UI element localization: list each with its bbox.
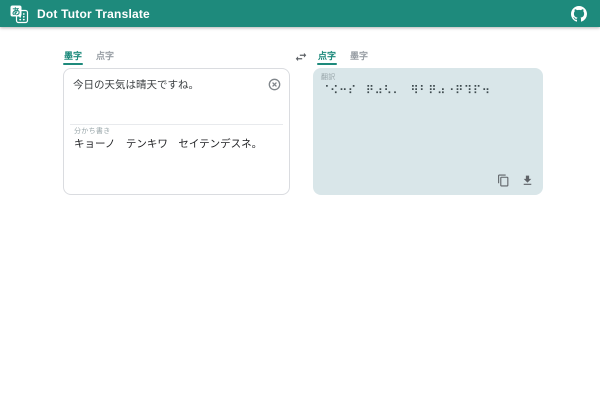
output-card: 翻訳 ⠈⠪⠒⠎⠀⠟⠴⠣⠄⠀⠻⠃⠟⠴⠐⠟⠹⠏⠲ bbox=[313, 68, 543, 195]
output-tabs: 点字 墨字 bbox=[317, 50, 369, 65]
wakachigaki-label: 分かち書き bbox=[74, 128, 111, 135]
download-button[interactable] bbox=[519, 172, 535, 188]
translation-label: 翻訳 bbox=[321, 74, 336, 81]
tab-output-sumiji[interactable]: 墨字 bbox=[349, 50, 369, 65]
clear-input-button[interactable] bbox=[267, 78, 281, 92]
circle-x-icon bbox=[268, 78, 281, 91]
main-content: 墨字 点字 今日の天気は晴天ですね。 分かち書き キョーノ テンキワ セイテンデ… bbox=[0, 27, 600, 400]
app-header: あ Dot Tutor Translate bbox=[0, 0, 600, 27]
swap-horizontal-arrows-icon bbox=[294, 50, 308, 64]
svg-text:あ: あ bbox=[12, 7, 21, 17]
swap-direction-button[interactable] bbox=[293, 50, 309, 64]
tab-input-sumiji[interactable]: 墨字 bbox=[63, 50, 83, 65]
tab-input-tenji[interactable]: 点字 bbox=[95, 50, 115, 65]
braille-output-text: ⠈⠪⠒⠎⠀⠟⠴⠣⠄⠀⠻⠃⠟⠴⠐⠟⠹⠏⠲ bbox=[321, 83, 537, 98]
input-card: 今日の天気は晴天ですね。 分かち書き キョーノ テンキワ セイテンデスネ。 bbox=[63, 68, 290, 195]
app-title: Dot Tutor Translate bbox=[37, 7, 150, 21]
input-tabs: 墨字 点字 bbox=[63, 50, 115, 65]
copy-icon bbox=[497, 174, 510, 187]
source-text-input[interactable]: 今日の天気は晴天ですね。 bbox=[73, 78, 263, 93]
github-link[interactable] bbox=[568, 3, 590, 25]
app-window: あ Dot Tutor Translate 墨字 点字 今日の天気は晴天ですね。 bbox=[0, 0, 600, 400]
download-icon bbox=[521, 174, 534, 187]
github-icon bbox=[571, 6, 587, 22]
input-card-divider bbox=[70, 124, 283, 125]
wakachigaki-text: キョーノ テンキワ セイテンデスネ。 bbox=[74, 137, 281, 152]
app-logo-icon: あ bbox=[9, 4, 29, 24]
tab-output-tenji[interactable]: 点字 bbox=[317, 50, 337, 65]
output-actions bbox=[495, 172, 535, 188]
copy-button[interactable] bbox=[495, 172, 511, 188]
